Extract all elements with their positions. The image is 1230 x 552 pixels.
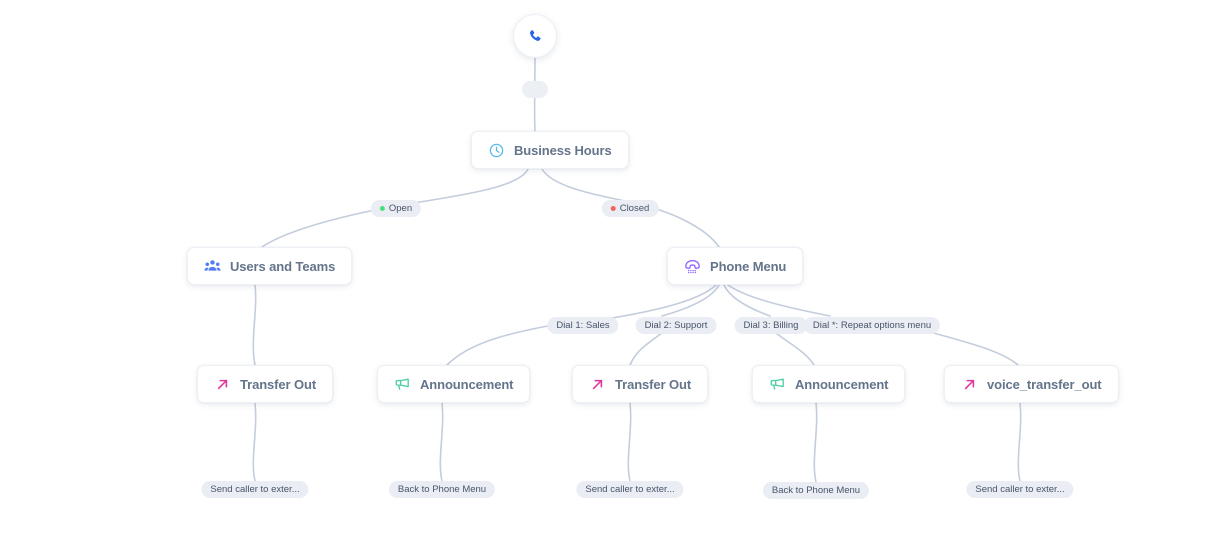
edge-dial-1-to-announcement-1 bbox=[446, 324, 554, 366]
terminal-label-3[interactable]: Send caller to exter... bbox=[576, 481, 684, 498]
node-label: Transfer Out bbox=[240, 376, 317, 392]
node-label: Users and Teams bbox=[230, 258, 336, 274]
edge-dial-2-to-transfer-out-2 bbox=[629, 332, 663, 366]
edge-phone-menu-to-announcement-1 bbox=[611, 284, 717, 319]
status-dot-open bbox=[379, 206, 385, 211]
node-announcement-2[interactable]: Announcement bbox=[752, 365, 906, 403]
flow-canvas[interactable]: Business Hours Open Closed Users and Tea… bbox=[0, 0, 1230, 552]
node-label: Business Hours bbox=[514, 142, 612, 158]
terminal-label-4[interactable]: Back to Phone Menu bbox=[762, 482, 870, 499]
node-label: Phone Menu bbox=[710, 258, 787, 274]
node-transfer-out-1[interactable]: Transfer Out bbox=[197, 365, 334, 403]
edge-transfer-out-2-to-terminal-3 bbox=[627, 402, 632, 482]
arrow-up-right-icon bbox=[214, 376, 231, 393]
node-voice-transfer-out[interactable]: voice_transfer_out bbox=[944, 365, 1119, 403]
node-label: voice_transfer_out bbox=[987, 376, 1102, 392]
terminal-label-text: Send caller to exter... bbox=[210, 483, 300, 495]
terminal-label-2[interactable]: Back to Phone Menu bbox=[388, 481, 496, 498]
megaphone-icon bbox=[769, 376, 786, 393]
start-node[interactable] bbox=[513, 14, 557, 58]
megaphone-icon bbox=[394, 376, 411, 393]
edge-label-text: Open bbox=[388, 202, 413, 214]
edge-voice-transfer-out-to-terminal-5 bbox=[1017, 402, 1022, 482]
arrow-up-right-icon bbox=[961, 376, 978, 393]
users-group-icon bbox=[204, 258, 221, 275]
edge-label-dial-3[interactable]: Dial 3: Billing bbox=[734, 317, 808, 334]
edge-label-text: Closed bbox=[619, 202, 650, 214]
terminal-label-text: Back to Phone Menu bbox=[771, 484, 861, 496]
edge-label-text: Dial *: Repeat options menu bbox=[812, 319, 932, 331]
edge-label-closed[interactable]: Closed bbox=[601, 200, 659, 217]
edge-label-dial-1[interactable]: Dial 1: Sales bbox=[547, 317, 619, 334]
terminal-label-5[interactable]: Send caller to exter... bbox=[966, 481, 1074, 498]
arrow-up-right-icon bbox=[589, 376, 606, 393]
node-transfer-out-2[interactable]: Transfer Out bbox=[572, 365, 709, 403]
clock-icon bbox=[488, 142, 505, 159]
edge-label-text: Dial 1: Sales bbox=[556, 319, 610, 331]
edge-label-open[interactable]: Open bbox=[370, 200, 422, 217]
edge-label-dial-star[interactable]: Dial *: Repeat options menu bbox=[803, 317, 941, 334]
edge-users-to-transfer-out-1 bbox=[252, 284, 257, 366]
start-edge-badge[interactable] bbox=[522, 81, 548, 98]
edge-label-dial-2[interactable]: Dial 2: Support bbox=[635, 317, 717, 334]
terminal-label-text: Send caller to exter... bbox=[975, 483, 1065, 495]
edge-transfer-out-1-to-terminal-1 bbox=[252, 402, 257, 482]
terminal-label-text: Send caller to exter... bbox=[585, 483, 675, 495]
node-phone-menu[interactable]: Phone Menu bbox=[667, 247, 804, 285]
edge-layer bbox=[252, 57, 1022, 483]
node-label: Announcement bbox=[420, 376, 514, 392]
node-label: Announcement bbox=[795, 376, 889, 392]
edge-label-text: Dial 3: Billing bbox=[743, 319, 799, 331]
phone-keypad-icon bbox=[684, 258, 701, 275]
node-announcement-1[interactable]: Announcement bbox=[377, 365, 531, 403]
node-users-and-teams[interactable]: Users and Teams bbox=[187, 247, 353, 285]
edge-phone-menu-to-voice-transfer-out bbox=[727, 284, 831, 317]
edge-phone-menu-to-transfer-out-2 bbox=[661, 284, 720, 317]
edge-announcement-1-to-terminal-2 bbox=[439, 402, 444, 482]
terminal-label-1[interactable]: Send caller to exter... bbox=[201, 481, 309, 498]
status-dot-closed bbox=[610, 206, 616, 211]
terminal-label-text: Back to Phone Menu bbox=[397, 483, 487, 495]
edge-phone-menu-to-announcement-2 bbox=[723, 284, 771, 317]
node-label: Transfer Out bbox=[615, 376, 692, 392]
edge-label-text: Dial 2: Support bbox=[644, 319, 708, 331]
edge-dial-3-to-announcement-2 bbox=[775, 332, 815, 366]
edge-dial-star-to-voice-transfer-out bbox=[929, 331, 1019, 366]
node-business-hours[interactable]: Business Hours bbox=[471, 131, 629, 169]
edge-announcement-2-to-terminal-4 bbox=[813, 402, 818, 483]
phone-handset-icon bbox=[527, 28, 544, 45]
